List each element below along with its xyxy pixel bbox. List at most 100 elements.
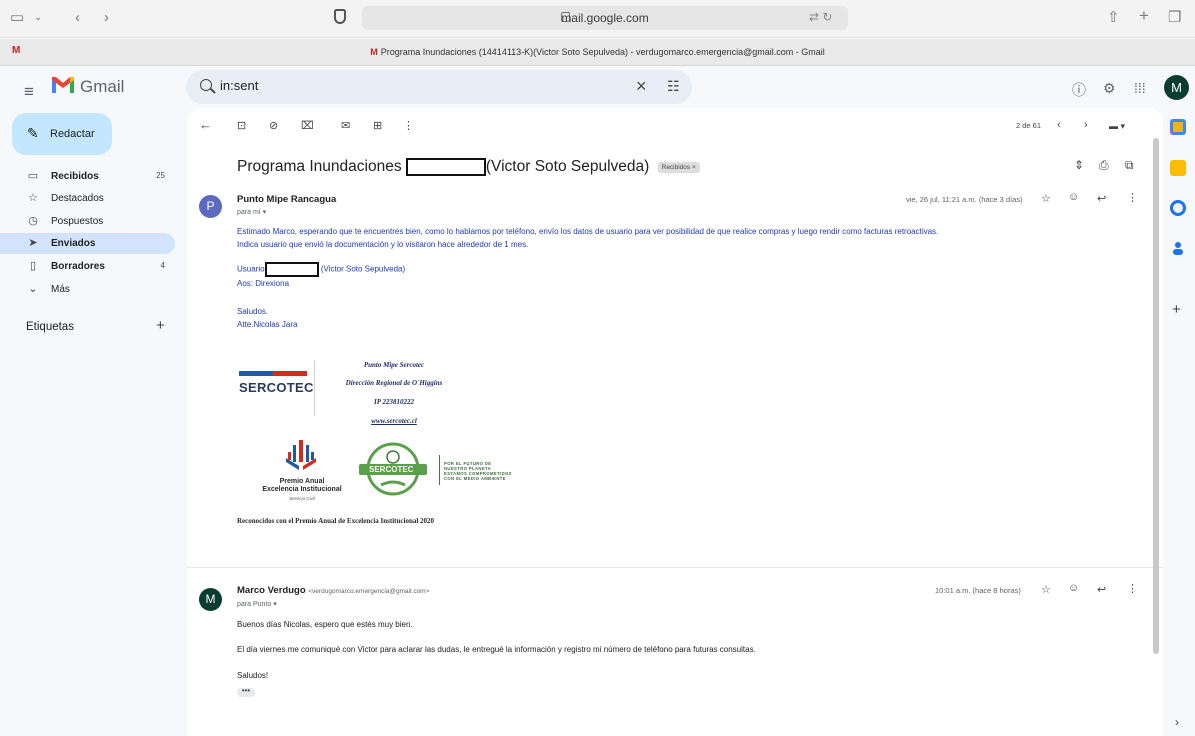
signature-line: IP 223810222 bbox=[374, 398, 414, 406]
signature-link[interactable]: www.sercotec.cl bbox=[323, 417, 465, 425]
tasks-addon-icon[interactable] bbox=[1170, 200, 1186, 216]
newer-chevron-icon[interactable]: ‹ bbox=[1057, 119, 1061, 131]
search-input[interactable] bbox=[220, 78, 600, 93]
main-menu-icon[interactable]: ≡ bbox=[24, 82, 34, 102]
recipient-details[interactable]: para Punto ▾ bbox=[237, 600, 277, 608]
settings-gear-icon[interactable]: ⚙ bbox=[1103, 80, 1116, 97]
mark-unread-icon[interactable]: ✉ bbox=[341, 119, 350, 132]
calendar-addon-icon[interactable] bbox=[1170, 119, 1186, 135]
report-spam-icon[interactable]: ⊘ bbox=[269, 119, 278, 132]
message-more-icon[interactable]: ⋮ bbox=[1127, 191, 1138, 204]
nav-label: Destacados bbox=[51, 193, 104, 204]
search-options-icon[interactable]: ☷ bbox=[667, 78, 680, 95]
keep-addon-icon[interactable] bbox=[1170, 160, 1186, 176]
tab-bar: M M Programa Inundaciones (14414113-K)(Vi… bbox=[0, 39, 1195, 66]
subject-end: (Victor Soto Sepulveda) bbox=[485, 158, 650, 176]
clear-search-icon[interactable]: × bbox=[636, 76, 647, 97]
account-avatar[interactable]: M bbox=[1164, 75, 1189, 100]
sender-avatar[interactable]: M bbox=[199, 588, 222, 611]
sercotec-logo-bars bbox=[239, 371, 307, 379]
body-line: Estimado Marco, esperando que te encuent… bbox=[237, 227, 939, 236]
nav-item-inbox[interactable]: ▭ Recibidos 25 bbox=[0, 166, 175, 187]
sender-name[interactable]: Marco Verdugo bbox=[237, 585, 306, 596]
body-line: Buenos días Nicolas, espero que estés mu… bbox=[237, 620, 413, 629]
back-to-list-icon[interactable]: ← bbox=[199, 117, 212, 132]
compose-button[interactable]: ✎ Redactar bbox=[12, 113, 112, 155]
emoji-react-icon[interactable]: ☺ bbox=[1068, 582, 1079, 594]
premio-anual-logo-icon bbox=[286, 440, 316, 470]
show-trimmed-content-button[interactable]: ••• bbox=[237, 687, 255, 697]
thread-subject: Programa Inundaciones (Victor Soto Sepul… bbox=[237, 158, 700, 176]
body-line: Saludos! bbox=[237, 671, 269, 680]
nav-item-snoozed[interactable]: ◷ Pospuestos bbox=[0, 211, 175, 232]
emoji-react-icon[interactable]: ☺ bbox=[1068, 191, 1079, 203]
help-icon[interactable]: ⓘ bbox=[1072, 80, 1086, 100]
new-tab-icon[interactable]: + bbox=[1139, 7, 1149, 25]
aos-line: Aos: Direxiona bbox=[237, 279, 290, 288]
clock-icon: ◷ bbox=[28, 215, 38, 227]
tab-overview-icon[interactable]: ❐ bbox=[1168, 9, 1181, 27]
chevron-down-icon: ⌄ bbox=[28, 283, 38, 295]
premio-caption: Premio Anual Excelencia Institucional bbox=[247, 478, 357, 494]
nav-count: 4 bbox=[160, 261, 165, 270]
star-icon[interactable]: ☆ bbox=[1041, 583, 1051, 596]
move-to-icon[interactable]: ⊞ bbox=[373, 119, 382, 132]
nav-item-more[interactable]: ⌄ Más bbox=[0, 279, 175, 300]
tab-title-text: Programa Inundaciones (14414113-K)(Victo… bbox=[380, 47, 825, 57]
input-tools-icon[interactable]: ▬ ▾ bbox=[1109, 121, 1125, 132]
contacts-addon-icon[interactable] bbox=[1170, 240, 1186, 256]
message-view: ← ⊡ ⊘ ⌧ ✉ ⊞ ⋮ 2 de 61 ‹ › ▬ ▾ Programa I… bbox=[187, 108, 1163, 736]
draft-icon: ▯ bbox=[29, 260, 37, 272]
print-icon[interactable]: ⎙ bbox=[1099, 158, 1109, 173]
eco-line: CON EL MEDIO AMBIENTE bbox=[444, 476, 506, 481]
nav-item-drafts[interactable]: ▯ Borradores 4 bbox=[0, 256, 175, 277]
nav-item-starred[interactable]: ☆ Destacados bbox=[0, 188, 175, 209]
inbox-label-chip[interactable]: Recibidos × bbox=[657, 161, 700, 173]
gmail-wordmark: Gmail bbox=[80, 77, 125, 96]
gmail-logo-icon[interactable] bbox=[52, 76, 74, 93]
reply-icon[interactable]: ↩ bbox=[1097, 192, 1106, 205]
nav-count: 25 bbox=[156, 171, 165, 180]
message-more-icon[interactable]: ⋮ bbox=[1127, 582, 1138, 595]
translate-reload-icon[interactable]: ⇄ ↻ bbox=[809, 10, 832, 24]
nav-label: Recibidos bbox=[51, 171, 99, 182]
open-new-window-icon[interactable]: ⧉ bbox=[1125, 158, 1134, 173]
body-line: Indica usuario que envió la documentació… bbox=[237, 240, 529, 249]
sidebar-menu-chevron-icon[interactable]: ⌄ bbox=[34, 9, 42, 27]
recipient-details[interactable]: para mí ▾ bbox=[237, 208, 266, 216]
archive-icon[interactable]: ⊡ bbox=[237, 119, 246, 132]
collapse-all-icon[interactable]: ⇕ bbox=[1074, 158, 1084, 172]
sercotec-logo: SERCOTEC bbox=[239, 380, 314, 395]
nav-label: Pospuestos bbox=[51, 216, 104, 227]
back-icon[interactable]: ‹ bbox=[75, 9, 80, 27]
forward-icon[interactable]: › bbox=[104, 9, 109, 27]
privacy-shield-icon[interactable] bbox=[334, 9, 346, 24]
search-bar[interactable]: × ☷ bbox=[186, 70, 692, 104]
apps-grid-icon[interactable]: ⁞⁞⁞ bbox=[1134, 80, 1146, 96]
nav-label: Borradores bbox=[51, 261, 105, 272]
older-chevron-icon[interactable]: › bbox=[1084, 119, 1088, 131]
share-icon[interactable]: ⇧ bbox=[1107, 9, 1120, 27]
more-options-icon[interactable]: ⋮ bbox=[403, 119, 414, 132]
sidebar-toggle-icon[interactable]: ▭ bbox=[10, 9, 24, 27]
browser-toolbar: ▭ ⌄ ‹ › mail.google.com ⇄ ↻ ⇧ + ❐ bbox=[0, 0, 1195, 38]
star-icon[interactable]: ☆ bbox=[1041, 192, 1051, 205]
address-bar[interactable]: mail.google.com ⇄ ↻ bbox=[362, 6, 848, 30]
nav-item-sent[interactable]: ➤ Enviados bbox=[0, 233, 175, 254]
reply-icon[interactable]: ↩ bbox=[1097, 583, 1106, 596]
active-tab[interactable]: M Programa Inundaciones (14414113-K)(Vict… bbox=[0, 47, 1195, 57]
get-addons-icon[interactable]: + bbox=[1172, 301, 1181, 318]
scrollbar-thumb[interactable] bbox=[1153, 138, 1159, 654]
hide-side-panel-icon[interactable]: › bbox=[1175, 715, 1179, 729]
signoff-line: Atte.Nicolas Jara bbox=[237, 320, 298, 329]
compose-label: Redactar bbox=[50, 128, 95, 140]
signature-line: Punto Mipe Sercotec bbox=[363, 361, 425, 369]
sender-line[interactable]: Marco Verdugo <verdugomarco.emergencia@g… bbox=[237, 585, 429, 596]
sender-name[interactable]: Punto Mipe Rancagua bbox=[237, 194, 336, 205]
delete-icon[interactable]: ⌧ bbox=[301, 119, 314, 132]
sender-avatar[interactable]: P bbox=[199, 195, 222, 218]
subject-start: Programa Inundaciones bbox=[237, 158, 402, 176]
add-label-icon[interactable]: + bbox=[156, 317, 165, 334]
pencil-icon: ✎ bbox=[27, 125, 39, 141]
search-icon[interactable] bbox=[200, 79, 212, 91]
